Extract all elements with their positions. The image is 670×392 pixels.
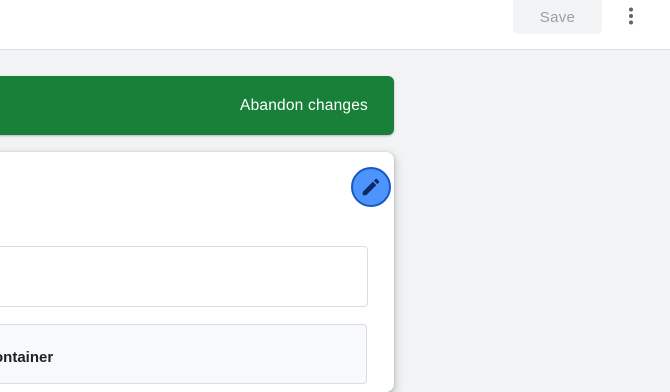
edit-button[interactable]: [351, 167, 391, 207]
container-section[interactable]: [0, 324, 367, 384]
save-button[interactable]: Save: [513, 0, 602, 34]
top-toolbar: Save: [0, 0, 670, 50]
more-vert-icon: [629, 7, 633, 25]
name-field[interactable]: [0, 246, 368, 307]
save-button-label: Save: [539, 8, 576, 26]
container-label: ontainer: [0, 349, 54, 366]
pencil-icon: [362, 178, 380, 196]
abandon-changes-label: Abandon changes: [240, 96, 368, 114]
abandon-changes-banner[interactable]: Abandon changes: [0, 76, 394, 135]
more-options-button[interactable]: [619, 4, 643, 28]
